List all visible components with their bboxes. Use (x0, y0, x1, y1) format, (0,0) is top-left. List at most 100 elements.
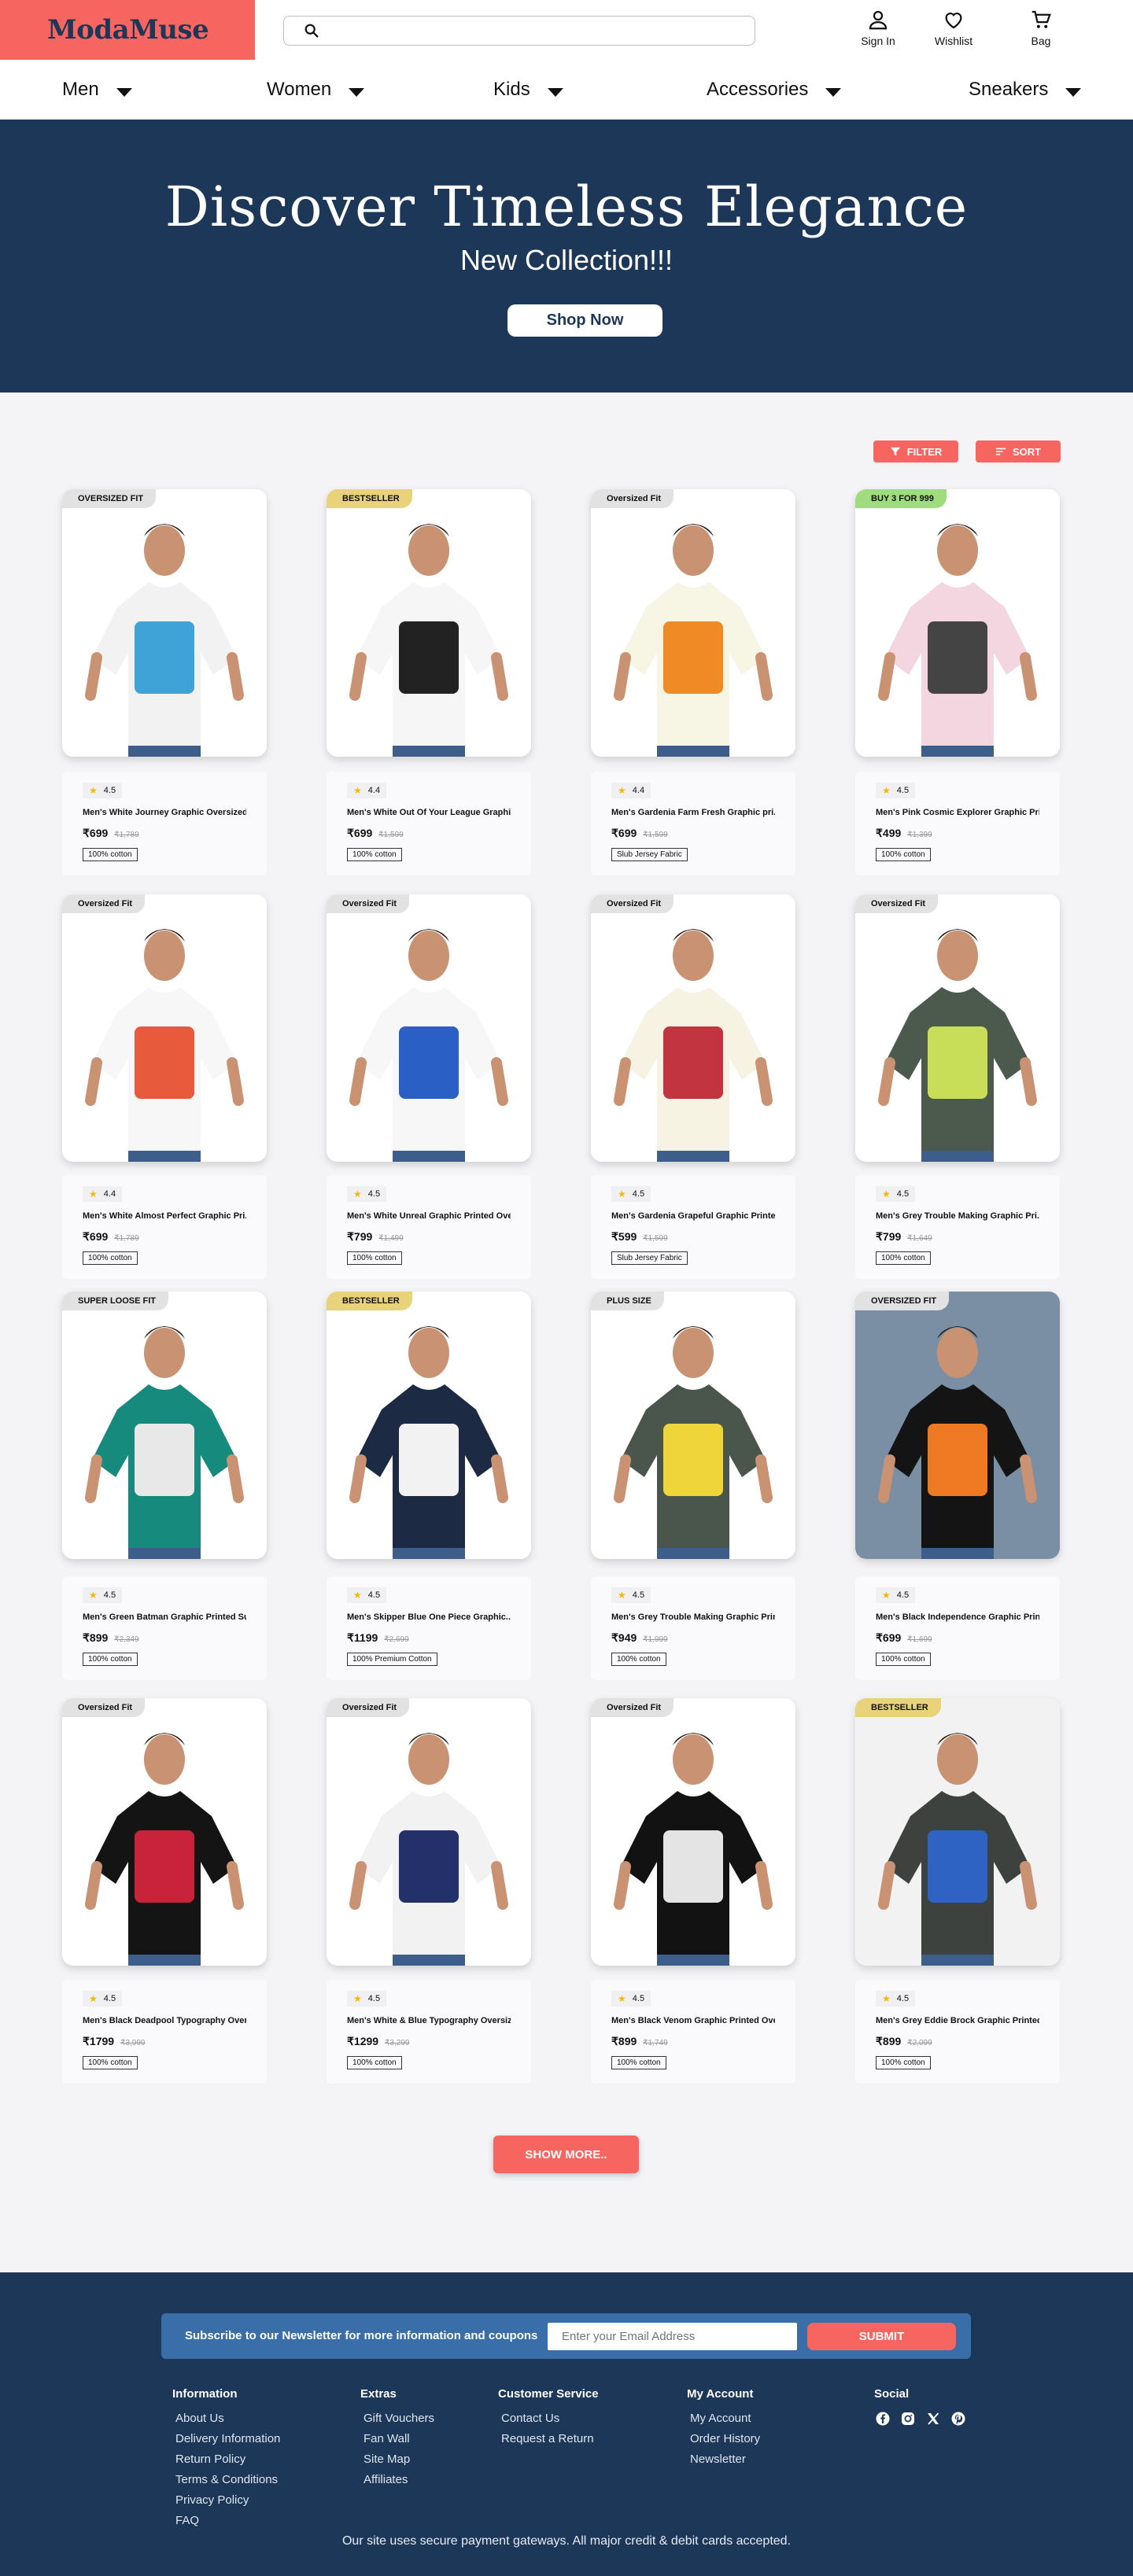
nav-item-sneakers[interactable]: Sneakers (969, 74, 1082, 105)
nav-item-women[interactable]: Women (267, 74, 365, 105)
footer-link[interactable]: Order History (687, 2432, 760, 2445)
product-title[interactable]: Men's Black Venom Graphic Printed Ove.. (611, 2016, 775, 2025)
product-title[interactable]: Men's Grey Trouble Making Graphic Prin.. (611, 1612, 775, 1622)
x-icon[interactable] (926, 2412, 940, 2426)
product-title[interactable]: Men's Black Independence Graphic Print.. (876, 1612, 1039, 1622)
product-card[interactable]: PLUS SIZE ★ 4.5 Men's Grey Trouble Makin… (591, 1292, 795, 1680)
product-info[interactable]: ★ 4.4 Men's Gardenia Farm Fresh Graphic … (591, 772, 795, 875)
product-image[interactable]: Oversized Fit (327, 1698, 531, 1966)
search-input[interactable] (330, 19, 739, 42)
email-field[interactable] (548, 2323, 797, 2350)
product-info[interactable]: ★ 4.5 Men's Grey Trouble Making Graphic … (855, 1175, 1060, 1279)
product-card[interactable]: Oversized Fit ★ 4.4 Men's White Almost P… (62, 894, 267, 1279)
footer-link[interactable]: Return Policy (172, 2453, 280, 2466)
shop-now-button[interactable]: Shop Now (507, 304, 662, 337)
product-info[interactable]: ★ 4.5 Men's Black Deadpool Typography Ov… (62, 1980, 267, 2084)
bag-button[interactable]: Bag (1009, 8, 1072, 47)
footer-link[interactable]: About Us (172, 2412, 280, 2425)
product-title[interactable]: Men's White Out Of Your League Graphic.. (347, 808, 511, 817)
product-card[interactable]: Oversized Fit ★ 4.5 Men's Gardenia Grape… (591, 894, 795, 1279)
product-card[interactable]: BUY 3 FOR 999 ★ 4.5 Men's Pink Cosmic Ex… (855, 489, 1060, 875)
submit-button[interactable]: SUBMIT (807, 2323, 956, 2350)
footer-link[interactable]: Delivery Information (172, 2432, 280, 2445)
product-image[interactable]: SUPER LOOSE FIT (62, 1292, 267, 1559)
product-info[interactable]: ★ 4.5 Men's Gardenia Grapeful Graphic Pr… (591, 1175, 795, 1279)
product-card[interactable]: SUPER LOOSE FIT ★ 4.5 Men's Green Batman… (62, 1292, 267, 1680)
product-image[interactable]: OVERSIZED FIT (855, 1292, 1060, 1559)
product-title[interactable]: Men's White Unreal Graphic Printed Over.… (347, 1211, 511, 1221)
footer-link[interactable]: Newsletter (687, 2453, 760, 2466)
product-card[interactable]: Oversized Fit ★ 4.5 Men's Black Deadpool… (62, 1698, 267, 2084)
product-info[interactable]: ★ 4.4 Men's White Almost Perfect Graphic… (62, 1175, 267, 1279)
product-title[interactable]: Men's Gardenia Grapeful Graphic Printed.… (611, 1211, 775, 1221)
product-info[interactable]: ★ 4.5 Men's Pink Cosmic Explorer Graphic… (855, 772, 1060, 875)
sort-button[interactable]: SORT (976, 440, 1061, 463)
product-title[interactable]: Men's White Almost Perfect Graphic Pri.. (83, 1211, 246, 1221)
product-card[interactable]: Oversized Fit ★ 4.5 Men's Grey Trouble M… (855, 894, 1060, 1279)
footer-link[interactable]: Gift Vouchers (360, 2412, 434, 2425)
facebook-icon[interactable] (876, 2412, 890, 2426)
product-image[interactable]: BESTSELLER (327, 1292, 531, 1559)
product-image[interactable]: Oversized Fit (327, 894, 531, 1162)
footer-link[interactable]: Privacy Policy (172, 2493, 280, 2507)
footer-link[interactable]: Request a Return (498, 2432, 599, 2445)
product-info[interactable]: ★ 4.5 Men's Grey Eddie Brock Graphic Pri… (855, 1980, 1060, 2084)
product-info[interactable]: ★ 4.5 Men's White Journey Graphic Oversi… (62, 772, 267, 875)
product-title[interactable]: Men's White Journey Graphic Oversized.. (83, 808, 246, 817)
footer-link[interactable]: Terms & Conditions (172, 2473, 280, 2486)
product-info[interactable]: ★ 4.5 Men's White & Blue Typography Over… (327, 1980, 531, 2084)
product-card[interactable]: Oversized Fit ★ 4.4 Men's Gardenia Farm … (591, 489, 795, 875)
product-title[interactable]: Men's Grey Trouble Making Graphic Pri.. (876, 1211, 1039, 1221)
product-card[interactable]: OVERSIZED FIT ★ 4.5 Men's Black Independ… (855, 1292, 1060, 1680)
product-card[interactable]: Oversized Fit ★ 4.5 Men's White & Blue T… (327, 1698, 531, 2084)
product-image[interactable]: Oversized Fit (591, 489, 795, 757)
product-image[interactable]: BESTSELLER (855, 1698, 1060, 1966)
product-card[interactable]: BESTSELLER ★ 4.5 Men's Grey Eddie Brock … (855, 1698, 1060, 2084)
product-info[interactable]: ★ 4.5 Men's Black Independence Graphic P… (855, 1576, 1060, 1680)
product-title[interactable]: Men's Pink Cosmic Explorer Graphic Pri.. (876, 808, 1039, 817)
sign-in-button[interactable]: Sign In (847, 8, 910, 47)
product-title[interactable]: Men's Gardenia Farm Fresh Graphic pri.. (611, 808, 775, 817)
show-more-button[interactable]: SHOW MORE.. (493, 2136, 639, 2173)
product-info[interactable]: ★ 4.5 Men's Black Venom Graphic Printed … (591, 1980, 795, 2084)
instagram-icon[interactable] (901, 2412, 915, 2426)
product-image[interactable]: Oversized Fit (591, 894, 795, 1162)
product-image[interactable]: BESTSELLER (327, 489, 531, 757)
logo[interactable]: ModaMuse (0, 0, 255, 60)
footer-link[interactable]: Fan Wall (360, 2432, 434, 2445)
nav-item-kids[interactable]: Kids (493, 74, 563, 105)
product-image[interactable]: OVERSIZED FIT (62, 489, 267, 757)
product-info[interactable]: ★ 4.5 Men's Green Batman Graphic Printed… (62, 1576, 267, 1680)
product-title[interactable]: Men's Green Batman Graphic Printed Su.. (83, 1612, 246, 1622)
product-image[interactable]: Oversized Fit (855, 894, 1060, 1162)
product-card[interactable]: BESTSELLER ★ 4.5 Men's Skipper Blue One … (327, 1292, 531, 1680)
footer-link[interactable]: FAQ (172, 2514, 280, 2527)
search-icon[interactable] (303, 22, 320, 39)
product-image[interactable]: BUY 3 FOR 999 (855, 489, 1060, 757)
product-card[interactable]: Oversized Fit ★ 4.5 Men's White Unreal G… (327, 894, 531, 1279)
search-bar[interactable] (283, 16, 755, 46)
nav-item-men[interactable]: Men (62, 74, 132, 105)
product-title[interactable]: Men's Skipper Blue One Piece Graphic.. (347, 1612, 511, 1622)
product-image[interactable]: Oversized Fit (591, 1698, 795, 1966)
pinterest-icon[interactable] (951, 2412, 965, 2426)
product-image[interactable]: Oversized Fit (62, 1698, 267, 1966)
product-card[interactable]: BESTSELLER ★ 4.4 Men's White Out Of Your… (327, 489, 531, 875)
footer-link[interactable]: Site Map (360, 2453, 434, 2466)
product-info[interactable]: ★ 4.5 Men's Skipper Blue One Piece Graph… (327, 1576, 531, 1680)
product-info[interactable]: ★ 4.5 Men's White Unreal Graphic Printed… (327, 1175, 531, 1279)
product-card[interactable]: Oversized Fit ★ 4.5 Men's Black Venom Gr… (591, 1698, 795, 2084)
footer-link[interactable]: Contact Us (498, 2412, 599, 2425)
product-image[interactable]: PLUS SIZE (591, 1292, 795, 1559)
product-info[interactable]: ★ 4.5 Men's Grey Trouble Making Graphic … (591, 1576, 795, 1680)
product-info[interactable]: ★ 4.4 Men's White Out Of Your League Gra… (327, 772, 531, 875)
footer-link[interactable]: My Account (687, 2412, 760, 2425)
nav-item-accessories[interactable]: Accessories (707, 74, 842, 105)
product-title[interactable]: Men's Grey Eddie Brock Graphic Printed.. (876, 2016, 1039, 2025)
footer-link[interactable]: Affiliates (360, 2473, 434, 2486)
product-image[interactable]: Oversized Fit (62, 894, 267, 1162)
product-title[interactable]: Men's Black Deadpool Typography Over.. (83, 2016, 246, 2025)
product-title[interactable]: Men's White & Blue Typography Oversiz.. (347, 2016, 511, 2025)
filter-button[interactable]: FILTER (873, 440, 958, 463)
wishlist-button[interactable]: Wishlist (922, 8, 985, 47)
